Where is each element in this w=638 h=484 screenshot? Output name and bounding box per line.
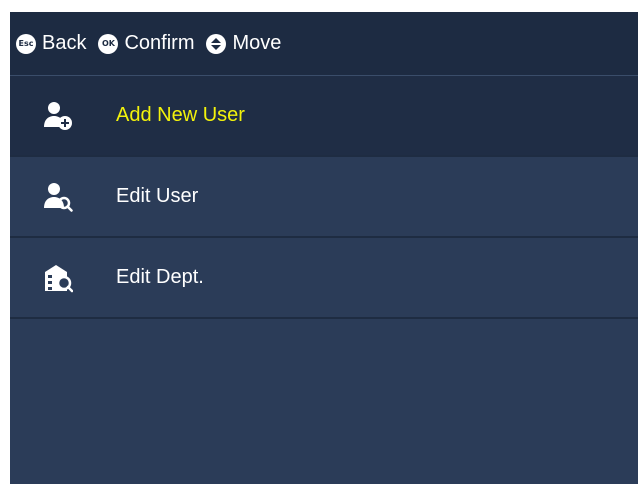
menu-item-label: Add New User (116, 104, 245, 126)
confirm-label: Confirm (124, 32, 195, 54)
up-down-arrows-icon (206, 33, 227, 54)
move-hint[interactable]: Move (206, 32, 281, 55)
add-user-icon (43, 100, 73, 132)
department-search-icon (43, 262, 73, 294)
user-menu: Add New User Edit User Edit Dept. (10, 76, 638, 319)
menu-item-edit-user[interactable]: Edit User (10, 157, 638, 238)
up-down-arrows-glyph (211, 37, 222, 50)
hint-bar: Esc Back OK Confirm Move (10, 12, 638, 76)
menu-item-label: Edit User (116, 185, 199, 207)
back-hint[interactable]: Esc Back (16, 32, 86, 55)
menu-item-label: Edit Dept. (116, 266, 204, 288)
confirm-hint[interactable]: OK Confirm (98, 32, 194, 55)
ok-key-icon: OK (98, 33, 119, 54)
search-user-icon (43, 181, 73, 213)
esc-key-icon: Esc (16, 33, 36, 54)
move-label: Move (232, 32, 282, 54)
menu-item-add-new-user[interactable]: Add New User (10, 76, 638, 157)
menu-item-edit-dept[interactable]: Edit Dept. (10, 238, 638, 319)
screen: Esc Back OK Confirm Move Add New User Ed… (10, 12, 638, 484)
back-label: Back (42, 32, 87, 54)
